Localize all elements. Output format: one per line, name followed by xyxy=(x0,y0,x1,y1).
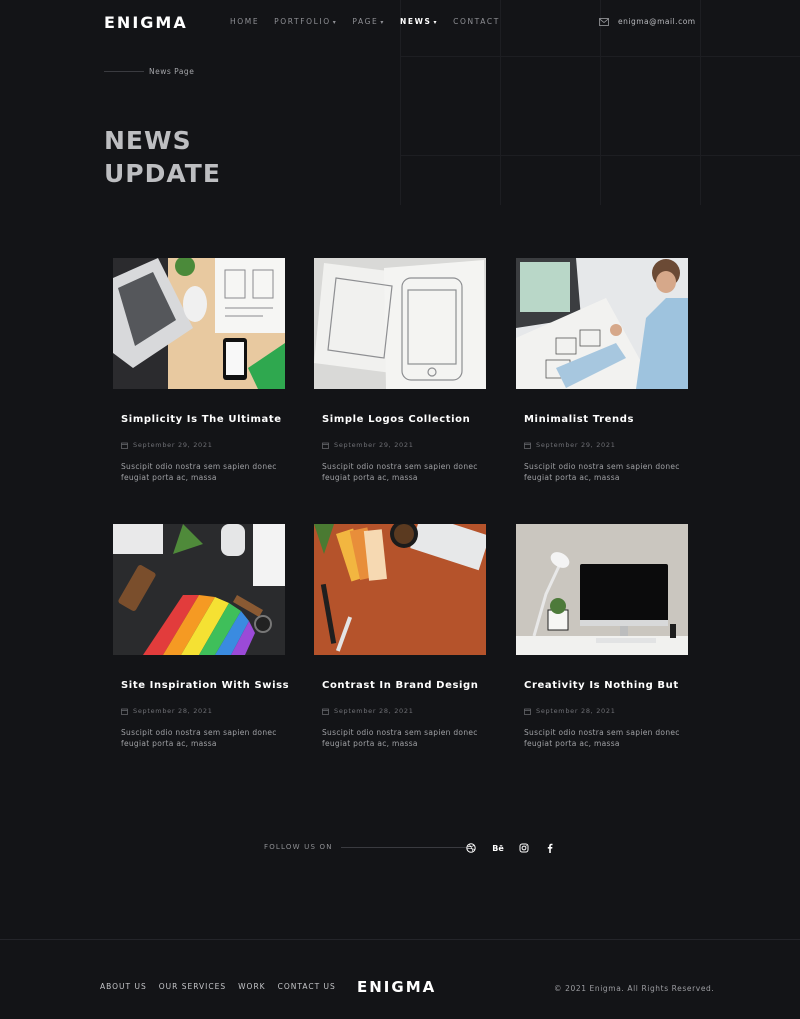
card-excerpt: Suscipit odio nostra sem sapien donec fe… xyxy=(121,728,277,748)
breadcrumb-line xyxy=(104,71,144,72)
envelope-icon xyxy=(599,17,609,26)
follow-divider xyxy=(340,846,469,848)
chevron-down-icon: ▾ xyxy=(380,19,385,26)
card-title[interactable]: Contrast In Brand Design xyxy=(322,680,479,691)
grid-line xyxy=(400,155,800,156)
grid-line xyxy=(400,56,800,57)
facebook-icon[interactable] xyxy=(544,842,556,854)
calendar-icon xyxy=(524,708,531,715)
news-card[interactable]: Creativity Is Nothing But September 28, … xyxy=(516,524,688,748)
card-date: September 28, 2021 xyxy=(524,707,616,715)
card-excerpt: Suscipit odio nostra sem sapien donec fe… xyxy=(524,728,680,748)
page-title-line: UPDATE xyxy=(104,159,221,188)
date-text: September 29, 2021 xyxy=(133,441,213,449)
news-card[interactable]: Contrast In Brand Design September 28, 2… xyxy=(314,524,486,748)
nav-page[interactable]: PAGE ▾ xyxy=(352,17,385,26)
calendar-icon xyxy=(524,442,531,449)
date-text: September 28, 2021 xyxy=(334,707,414,715)
designer-sketching-photo xyxy=(516,258,688,389)
card-title[interactable]: Simplicity Is The Ultimate xyxy=(121,414,282,425)
footer-link-services[interactable]: OUR SERVICES xyxy=(159,982,226,991)
card-excerpt: Suscipit odio nostra sem sapien donec fe… xyxy=(524,462,680,482)
card-excerpt: Suscipit odio nostra sem sapien donec fe… xyxy=(322,462,478,482)
workspace-lamp-photo xyxy=(516,524,688,655)
site-header: ENIGMA HOME PORTFOLIO ▾ PAGE ▾ NEWS ▾ CONTA… xyxy=(0,0,800,46)
news-card[interactable]: Simple Logos Collection September 29, 20… xyxy=(314,258,486,482)
nav-label: NEWS xyxy=(400,17,432,26)
nav-contact[interactable]: CONTACT xyxy=(453,17,500,26)
card-date: September 28, 2021 xyxy=(322,707,414,715)
dribbble-icon-glyph xyxy=(466,843,476,853)
nav-label: CONTACT xyxy=(453,17,500,26)
footer-link-contact[interactable]: CONTACT US xyxy=(278,982,336,991)
instagram-icon-glyph xyxy=(519,843,529,853)
site-logo[interactable]: ENIGMA xyxy=(104,13,188,32)
calendar-icon xyxy=(322,708,329,715)
breadcrumb-text: News Page xyxy=(149,67,195,76)
chevron-down-icon: ▾ xyxy=(433,19,439,26)
nav-label: PORTFOLIO xyxy=(274,17,331,26)
date-text: September 29, 2021 xyxy=(536,441,616,449)
main-nav: HOME PORTFOLIO ▾ PAGE ▾ NEWS ▾ CONTACT xyxy=(230,17,515,26)
card-date: September 29, 2021 xyxy=(121,441,213,449)
facebook-icon-glyph xyxy=(547,843,553,853)
email-text: enigma@mail.com xyxy=(618,17,696,26)
date-text: September 28, 2021 xyxy=(536,707,616,715)
footer-divider xyxy=(0,939,800,940)
orange-desk-photo xyxy=(314,524,486,655)
header-email[interactable]: enigma@mail.com xyxy=(599,17,696,26)
card-title[interactable]: Minimalist Trends xyxy=(524,414,634,425)
page-title-line: NEWS xyxy=(104,126,192,155)
nav-portfolio[interactable]: PORTFOLIO ▾ xyxy=(274,17,337,26)
calendar-icon xyxy=(121,442,128,449)
behance-icon[interactable]: Bē xyxy=(491,842,505,854)
news-card[interactable]: Simplicity Is The Ultimate September 29,… xyxy=(113,258,285,482)
card-excerpt: Suscipit odio nostra sem sapien donec fe… xyxy=(322,728,478,748)
behance-icon-text: Bē xyxy=(492,843,504,853)
card-title[interactable]: Simple Logos Collection xyxy=(322,414,470,425)
page-title: NEWS UPDATE xyxy=(104,124,221,190)
follow-label: FOLLOW US ON xyxy=(264,843,333,851)
card-date: September 29, 2021 xyxy=(322,441,414,449)
nav-news[interactable]: NEWS ▾ xyxy=(400,17,438,26)
calendar-icon xyxy=(121,708,128,715)
footer-link-about[interactable]: ABOUT US xyxy=(100,982,147,991)
laptop-desk-photo xyxy=(113,258,285,389)
card-date: September 29, 2021 xyxy=(524,441,616,449)
calendar-icon xyxy=(322,442,329,449)
card-excerpt: Suscipit odio nostra sem sapien donec fe… xyxy=(121,462,277,482)
color-swatches-photo xyxy=(113,524,285,655)
footer-logo[interactable]: ENIGMA xyxy=(357,978,436,996)
news-card[interactable]: Minimalist Trends September 29, 2021 Sus… xyxy=(516,258,688,482)
footer-link-work[interactable]: WORK xyxy=(238,982,265,991)
footer-nav: ABOUT US OUR SERVICES WORK CONTACT US xyxy=(100,982,348,991)
card-title[interactable]: Site Inspiration With Swiss xyxy=(121,680,289,691)
nav-label: HOME xyxy=(230,17,260,26)
instagram-icon[interactable] xyxy=(518,842,530,854)
nav-home[interactable]: HOME xyxy=(230,17,259,26)
date-text: September 28, 2021 xyxy=(133,707,213,715)
nav-label: PAGE xyxy=(352,17,379,26)
chevron-down-icon: ▾ xyxy=(332,19,338,26)
card-title[interactable]: Creativity Is Nothing But xyxy=(524,680,679,691)
copyright-text: © 2021 Enigma. All Rights Reserved. xyxy=(554,984,715,993)
card-date: September 28, 2021 xyxy=(121,707,213,715)
breadcrumb: News Page xyxy=(104,67,194,76)
news-card[interactable]: Site Inspiration With Swiss September 28… xyxy=(113,524,289,748)
dribbble-icon[interactable] xyxy=(465,842,477,854)
wireframe-sketch-photo xyxy=(314,258,486,389)
date-text: September 29, 2021 xyxy=(334,441,414,449)
follow-us: FOLLOW US ON xyxy=(264,843,469,851)
